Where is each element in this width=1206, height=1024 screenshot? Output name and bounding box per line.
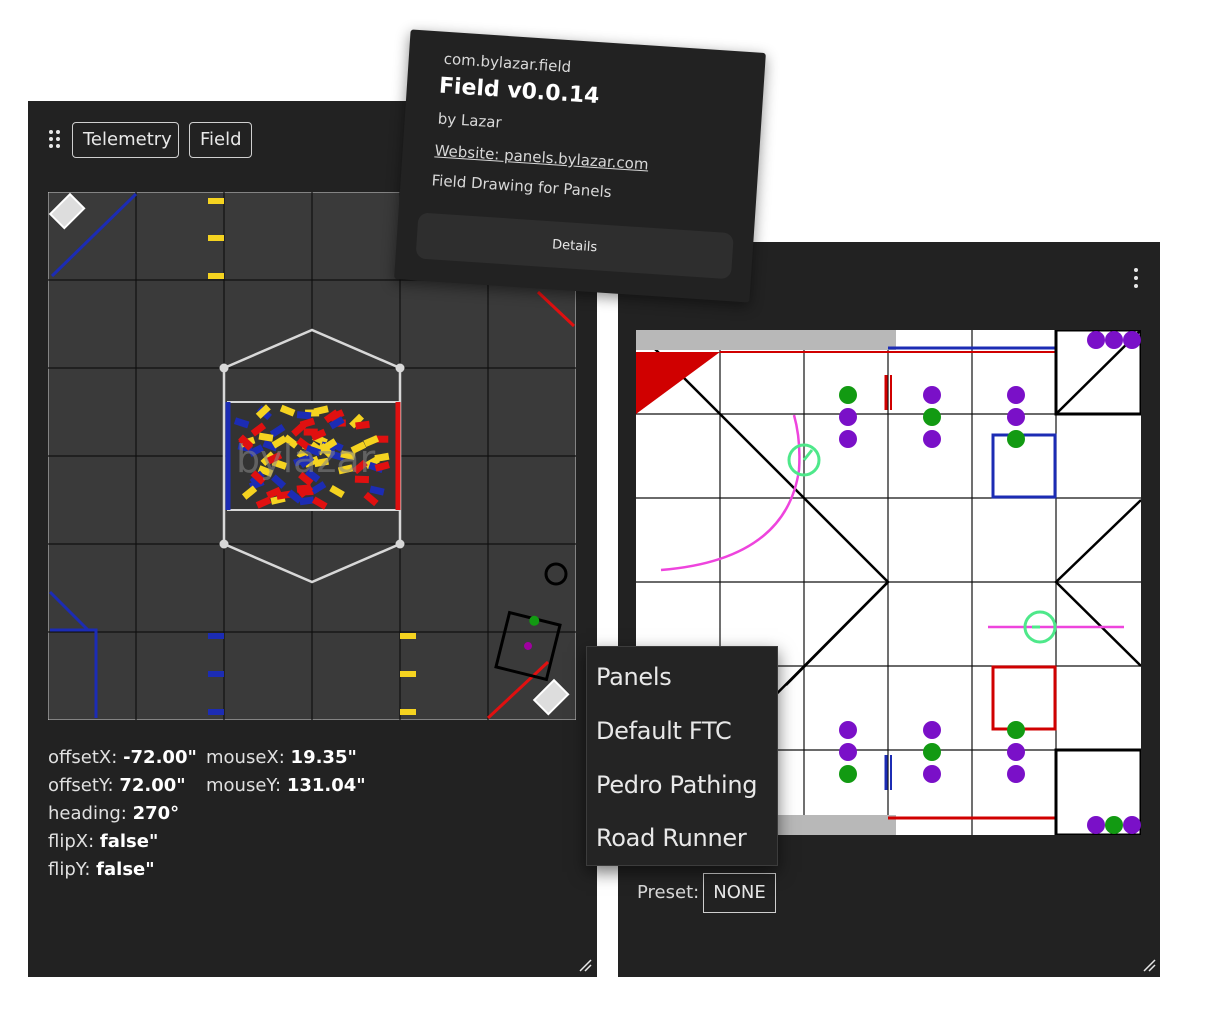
artifact [1105,816,1123,834]
menu-item-default-ftc[interactable]: Default FTC [596,717,732,745]
artifact [1007,430,1025,448]
artifact [1087,816,1105,834]
artifact [839,743,857,761]
plugin-author: by Lazar [437,109,503,132]
artifact [923,430,941,448]
details-button[interactable]: Details [415,212,734,280]
artifact [923,743,941,761]
artifact [923,721,941,739]
artifact [923,408,941,426]
artifact [839,386,857,404]
artifact [1105,331,1123,349]
artifact [1007,408,1025,426]
plugin-title: Field v0.0.14 [438,73,601,110]
menu-item-road-runner[interactable]: Road Runner [596,824,747,852]
offsety-readout: offsetY: 72.00" [48,775,186,796]
artifact [923,386,941,404]
mousey-readout: mouseY: 131.04" [206,775,366,796]
plugin-website-link[interactable]: Website: panels.bylazar.com [434,141,649,173]
artifact [1123,331,1141,349]
resize-grip-icon[interactable] [1142,958,1156,972]
resize-grip-icon[interactable] [578,958,592,972]
artifact [1007,743,1025,761]
drag-dots-icon[interactable] [48,130,62,150]
artifact [839,721,857,739]
artifact [1007,765,1025,783]
tab-telemetry[interactable]: Telemetry [72,122,179,158]
artifact [1007,386,1025,404]
field-watermark: bylazar [236,437,376,481]
artifact [839,408,857,426]
plugin-id: com.bylazar.field [443,49,572,77]
kebab-menu-icon[interactable] [1129,268,1143,290]
preset-label: Preset: [637,882,700,903]
mousex-readout: mouseX: 19.35" [206,747,357,768]
artifact [839,765,857,783]
artifact [1087,331,1105,349]
preset-select[interactable]: NONE [703,873,776,913]
artifact [923,765,941,783]
flipy-readout: flipY: false" [48,859,155,880]
artifact [1007,721,1025,739]
sample [296,411,312,420]
preset-menu: Panels Default FTC Pedro Pathing Road Ru… [586,646,778,866]
artifact [839,430,857,448]
menu-item-pedro-pathing[interactable]: Pedro Pathing [596,771,758,799]
plugin-description: Field Drawing for Panels [431,171,613,202]
menu-item-panels[interactable]: Panels [596,663,672,691]
artifact [1123,816,1141,834]
plugin-info-popover: com.bylazar.field Field v0.0.14 by Lazar… [394,29,766,303]
tab-field[interactable]: Field [189,122,252,158]
flipx-readout: flipX: false" [48,831,159,852]
offsetx-readout: offsetX: -72.00" [48,747,197,768]
heading-readout: heading: 270° [48,803,180,824]
